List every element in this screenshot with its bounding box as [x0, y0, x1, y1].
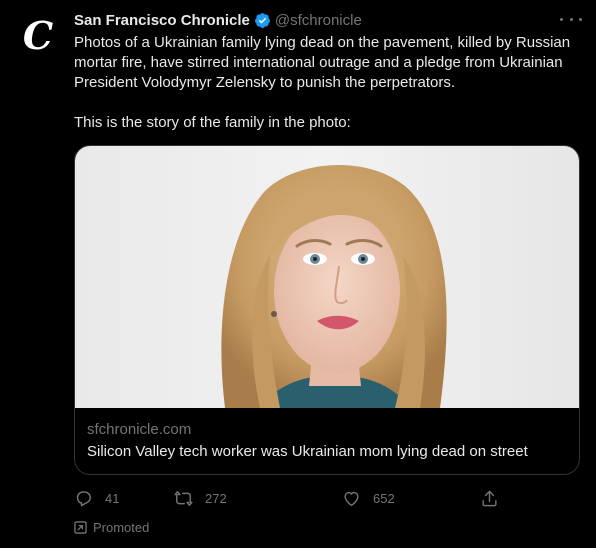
promoted-icon: [74, 520, 87, 534]
retweet-count: 272: [205, 490, 227, 506]
portrait-photo: [221, 165, 447, 408]
account-name[interactable]: San Francisco Chronicle: [74, 12, 250, 29]
tweet[interactable]: C San Francisco Chronicle @sfchronicle P…: [0, 0, 596, 548]
reply-button[interactable]: 41: [74, 486, 119, 510]
link-card[interactable]: sfchronicle.com Silicon Valley tech work…: [74, 145, 580, 475]
promoted-text: Promoted: [93, 519, 150, 535]
card-domain: sfchronicle.com: [87, 421, 192, 438]
account-handle[interactable]: @sfchronicle: [275, 12, 362, 29]
retweet-icon: [174, 490, 193, 506]
retweet-button[interactable]: 272: [174, 486, 227, 510]
avatar[interactable]: C: [14, 10, 62, 58]
card-meta: sfchronicle.com Silicon Valley tech work…: [75, 408, 579, 462]
action-bar: 41 272 652: [74, 486, 504, 510]
tweet-text: Photos of a Ukrainian family lying dead …: [74, 34, 571, 131]
share-button[interactable]: [480, 486, 499, 510]
card-image[interactable]: [75, 146, 579, 408]
avatar-letter: C: [22, 13, 54, 58]
card-title[interactable]: Silicon Valley tech worker was Ukrainian…: [87, 442, 567, 462]
promoted-label: Promoted: [74, 518, 149, 536]
more-icon[interactable]: [560, 10, 582, 28]
verified-badge-icon: [254, 12, 270, 28]
tweet-header: San Francisco Chronicle @sfchronicle: [74, 9, 362, 31]
like-button[interactable]: 652: [342, 486, 395, 510]
share-icon: [482, 490, 497, 506]
heart-icon: [344, 491, 359, 506]
reply-count: 41: [105, 490, 120, 506]
reply-icon: [76, 490, 91, 506]
like-count: 652: [373, 490, 395, 506]
